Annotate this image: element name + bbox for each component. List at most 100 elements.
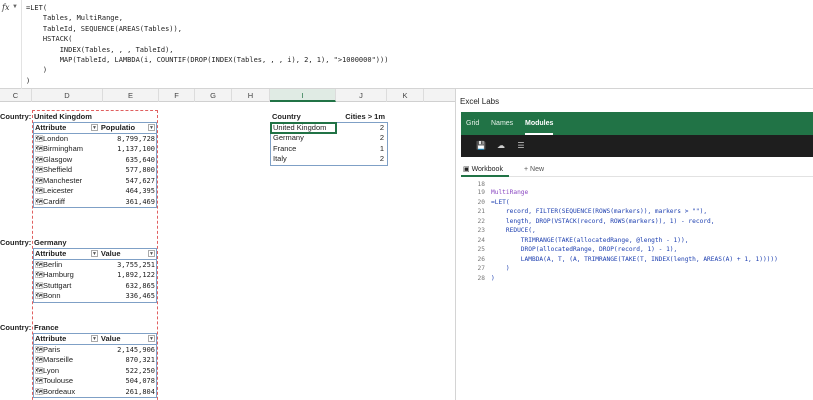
count-cell[interactable]: 1	[336, 144, 387, 155]
table-row[interactable]: 🗺Berlin 3,755,251	[34, 260, 156, 271]
table-row[interactable]: 🗺Marseille 870,321	[34, 355, 156, 366]
country-name[interactable]: Germany	[34, 238, 67, 248]
code-line[interactable]: )	[491, 275, 495, 282]
city-cell: Berlin	[43, 259, 63, 269]
table-row[interactable]: 🗺Cardiff 361,469	[34, 197, 156, 208]
country-name[interactable]: United Kingdom	[34, 112, 92, 122]
value-cell: 870,321	[125, 356, 155, 364]
table-row[interactable]: 🗺Manchester 547,627	[34, 176, 156, 187]
table-row[interactable]: 🗺Lyon 522,250	[34, 366, 156, 377]
table-row[interactable]: 🗺Paris 2,145,906	[34, 345, 156, 356]
filter-dropdown-icon[interactable]: ▼	[90, 124, 98, 131]
value-cell: 1,892,122	[117, 271, 155, 279]
save-icon[interactable]: 💾	[475, 140, 487, 152]
table-row[interactable]: 🗺Stuttgart 632,865	[34, 281, 156, 292]
column-header-f[interactable]: F	[159, 89, 195, 102]
filter-dropdown-icon[interactable]: ▼	[148, 250, 155, 257]
table-row[interactable]: 🗺Bordeaux 261,804	[34, 387, 156, 398]
column-header-k[interactable]: K	[387, 89, 424, 102]
table-row[interactable]: 🗺Leicester 464,395	[34, 186, 156, 197]
formula-text[interactable]: =LET( Tables, MultiRange, TableId, SEQUE…	[26, 3, 388, 86]
filter-dropdown-icon[interactable]: ▼	[90, 250, 98, 257]
summary-row[interactable]: Germany 2	[271, 133, 387, 144]
table-row[interactable]: 🗺Hamburg 1,892,122	[34, 270, 156, 281]
code-line[interactable]: LAMBDA(A, T, (A, TRIMRANGE(TAKE(T, INDEX…	[491, 256, 778, 263]
chevron-down-icon[interactable]: ▼	[12, 4, 18, 10]
table-row[interactable]: 🗺Birmingham 1,137,100	[34, 144, 156, 155]
filter-dropdown-icon[interactable]: ▼	[90, 335, 98, 342]
city-cell: Lyon	[43, 365, 59, 375]
count-cell[interactable]: 2	[336, 123, 387, 134]
column-header-h[interactable]: H	[232, 89, 270, 102]
code-line[interactable]: record, FILTER(SEQUENCE(ROWS(markers)), …	[491, 208, 707, 215]
cloud-sync-icon[interactable]: ☁	[495, 140, 507, 152]
worksheet-grid[interactable]: Country: United Kingdom Attribute ▼ Popul…	[0, 102, 455, 400]
formula-bar[interactable]: fx ▼ =LET( Tables, MultiRange, TableId, …	[0, 0, 813, 89]
header-attribute: Attribute	[35, 123, 67, 132]
line-number: 26	[477, 255, 485, 263]
code-line[interactable]: )	[491, 265, 510, 272]
filter-dropdown-icon[interactable]: ▼	[148, 335, 155, 342]
formula-bar-divider	[21, 0, 22, 89]
city-cell: Manchester	[43, 175, 83, 185]
country-cell[interactable]: France	[271, 144, 336, 155]
column-header-g[interactable]: G	[195, 89, 232, 102]
tab-workbook[interactable]: ▣ Workbook	[461, 162, 509, 177]
table-row[interactable]: 🗺Toulouse 504,078	[34, 376, 156, 387]
column-header-d[interactable]: D	[32, 89, 103, 102]
code-line[interactable]: MultiRange	[491, 189, 528, 196]
column-header-c[interactable]: C	[0, 89, 32, 102]
city-table-france[interactable]: Attribute ▼ Value ▼ 🗺Paris 2,145,906 🗺Marse…	[33, 333, 157, 398]
filter-dropdown-icon[interactable]: ▼	[148, 124, 155, 131]
summary-table[interactable]: Country Cities > 1m United Kingdom 2 Germ…	[270, 112, 388, 166]
city-table-uk[interactable]: Attribute ▼ Populatio ▼ 🗺London 8,799,728 🗺…	[33, 122, 157, 208]
count-cell[interactable]: 2	[336, 133, 387, 144]
code-line[interactable]: DROP(allocatedRange, DROP(record, 1) - 1…	[491, 246, 677, 253]
table-row[interactable]: 🗺London 8,799,728	[34, 134, 156, 145]
map-icon: 🗺	[35, 388, 44, 396]
line-number: 19	[477, 189, 485, 196]
tab-grid[interactable]: Grid	[466, 112, 479, 135]
pane-tab-bar: Grid Names Modules	[461, 112, 813, 135]
summary-header: Country Cities > 1m	[270, 112, 388, 123]
summary-row[interactable]: United Kingdom 2	[270, 121, 387, 134]
code-line[interactable]: length, DROP(VSTACK(record, ROWS(markers…	[491, 218, 715, 225]
table-row[interactable]: 🗺Sheffield 577,800	[34, 165, 156, 176]
new-module-button[interactable]: + New	[524, 162, 544, 177]
code-editor[interactable]: 18 19 MultiRange 20 =LET( 21 record, FIL…	[461, 181, 813, 400]
format-list-icon[interactable]: ☰	[515, 140, 527, 152]
country-name[interactable]: France	[34, 323, 59, 333]
workbook-icon: ▣	[463, 166, 472, 173]
value-cell: 2,145,906	[117, 345, 155, 354]
city-table-germany[interactable]: Attribute ▼ Value ▼ 🗺Berlin 3,755,251 🗺Hamb…	[33, 248, 157, 303]
line-number: 24	[477, 236, 485, 244]
summary-row[interactable]: France 1	[271, 144, 387, 155]
tab-names[interactable]: Names	[491, 112, 513, 135]
table-row[interactable]: 🗺Glasgow 635,640	[34, 155, 156, 166]
column-header-i[interactable]: I	[270, 89, 336, 102]
country-cell[interactable]: Italy	[271, 154, 336, 165]
city-cell: Sheffield	[43, 165, 73, 174]
table-header: Attribute ▼ Value ▼	[34, 334, 156, 345]
country-cell[interactable]: Germany	[271, 133, 336, 144]
selected-cell[interactable]: United Kingdom	[270, 121, 337, 134]
value-cell: 8,799,728	[117, 134, 155, 143]
map-icon: 🗺	[35, 177, 44, 185]
value-cell: 547,627	[125, 176, 155, 185]
value-cell: 464,395	[125, 187, 155, 195]
header-value: Value	[100, 249, 121, 258]
tab-modules[interactable]: Modules	[525, 112, 554, 135]
city-cell: Bordeaux	[43, 386, 76, 396]
line-number: 28	[477, 274, 485, 282]
code-line[interactable]: TRIMRANGE(TAKE(allocatedRange, @length -…	[491, 237, 689, 244]
table-row[interactable]: 🗺Bonn 336,465	[34, 291, 156, 302]
line-number: 20	[477, 198, 485, 206]
count-cell[interactable]: 2	[336, 154, 387, 165]
code-line[interactable]: REDUCE(,	[491, 227, 536, 234]
city-cell: Leicester	[43, 186, 74, 195]
column-header-j[interactable]: J	[336, 89, 387, 102]
code-line[interactable]: =LET(	[491, 199, 510, 206]
column-header-e[interactable]: E	[103, 89, 159, 102]
map-icon: 🗺	[35, 188, 44, 195]
summary-row[interactable]: Italy 2	[271, 154, 387, 165]
